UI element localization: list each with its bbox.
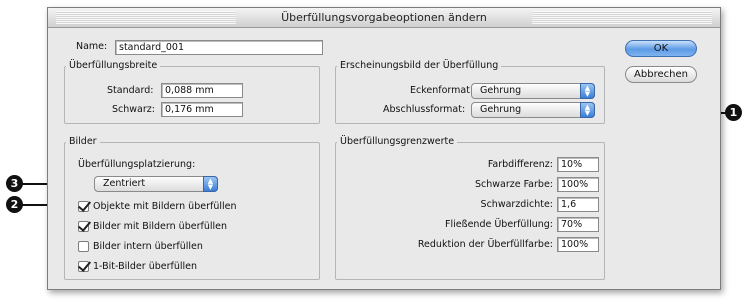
trap-images-internally-checkbox[interactable] [78,241,89,252]
popup-arrows-icon: ▲ ▼ [580,83,595,99]
end-style-label: Abschlussformat: [383,104,466,115]
trap-placement-value: Zentriert [103,178,146,189]
trap-preset-dialog: Überfüllungsvorgabeoptionen ändern Name:… [47,7,721,290]
trap-placement-label: Überfüllungsplatzierung: [78,159,196,170]
black-color-field[interactable]: 100% [557,177,599,192]
color-difference-field[interactable]: 10% [557,157,599,172]
trap-placement-popup[interactable]: Zentriert ▲ ▼ [94,176,218,192]
cancel-button[interactable]: Abbrechen [625,66,697,83]
callout-marker-2: 2 [6,196,23,213]
ok-button[interactable]: OK [625,40,697,57]
callout-marker-3: 3 [6,175,23,192]
callout-marker-1: 1 [725,104,742,121]
end-style-popup[interactable]: Gehrung ▲ ▼ [471,102,595,118]
trap-1bit-images-label: 1-Bit-Bilder überfüllen [93,261,198,272]
name-label: Name: [76,41,108,52]
trap-thresholds-title: Überfüllungsgrenzwerte [337,136,458,147]
trap-objects-to-images-label: Objekte mit Bildern überfüllen [93,201,237,212]
dialog-title: Überfüllungsvorgabeoptionen ändern [48,8,720,28]
trap-images-to-images-checkbox[interactable] [78,221,89,232]
trap-images-internally-label: Bilder intern überfüllen [93,241,203,252]
join-style-label: Eckenformat: [410,85,474,96]
trap-objects-to-images-checkbox[interactable] [78,201,89,212]
color-difference-label: Farbdifferenz: [487,159,553,170]
end-style-value: Gehrung [480,104,522,115]
screenshot-stage: 1 3 2 Überfüllungsvorgabeoptionen ändern… [0,0,749,300]
black-color-label: Schwarze Farbe: [474,179,553,190]
name-field[interactable]: standard_001 [115,40,323,55]
sliding-trap-field[interactable]: 70% [557,217,599,232]
trap-appearance-title: Erscheinungsbild der Überfüllung [337,60,502,71]
join-style-popup[interactable]: Gehrung ▲ ▼ [471,83,595,99]
trap-color-reduction-field[interactable]: 100% [557,237,599,252]
popup-arrows-icon: ▲ ▼ [580,102,595,118]
black-density-label: Schwarzdichte: [480,199,553,210]
standard-label: Standard: [107,85,154,96]
black-label: Schwarz: [112,104,155,115]
images-title: Bilder [66,136,100,147]
join-style-value: Gehrung [480,85,522,96]
trap-color-reduction-label: Reduktion der Überfüllfarbe: [417,239,553,250]
popup-arrows-icon: ▲ ▼ [203,176,218,192]
sliding-trap-label: Fließende Überfüllung: [445,219,553,230]
trap-width-title: Überfüllungsbreite [66,60,161,71]
trap-1bit-images-checkbox[interactable] [78,261,89,272]
black-density-field[interactable]: 1,6 [557,197,599,212]
trap-images-to-images-label: Bilder mit Bildern überfüllen [93,221,227,232]
black-width-field[interactable]: 0,176 mm [161,102,243,117]
standard-width-field[interactable]: 0,088 mm [161,83,243,98]
